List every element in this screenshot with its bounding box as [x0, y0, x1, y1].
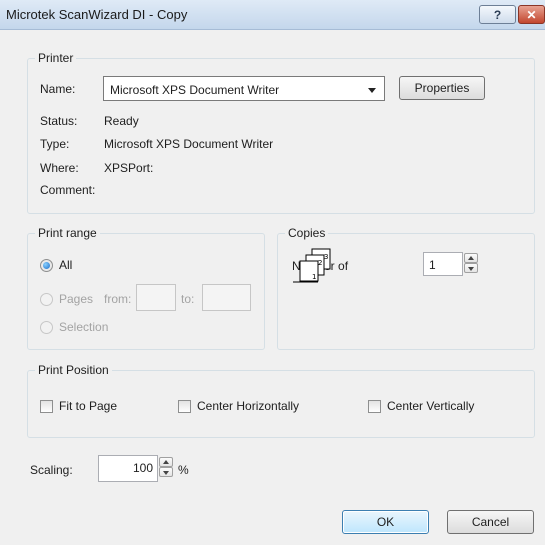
spin-up-icon[interactable] [464, 253, 478, 263]
print-position-group-title: Print Position [35, 363, 112, 377]
ok-button[interactable]: OK [342, 510, 429, 534]
print-range-pages-radio[interactable] [40, 293, 53, 306]
svg-text:2: 2 [318, 259, 322, 267]
print-range-from-label: from: [104, 292, 132, 306]
copies-spinner[interactable] [464, 253, 478, 274]
print-range-all-radio[interactable] [40, 259, 53, 272]
print-range-all-label[interactable]: All [59, 258, 72, 272]
cancel-button-label: Cancel [471, 515, 510, 529]
center-vertically-checkbox[interactable] [368, 400, 381, 413]
help-button[interactable]: ? [479, 5, 516, 24]
printer-name-select[interactable]: Microsoft XPS Document Writer [103, 76, 385, 101]
close-icon: ✕ [526, 7, 537, 22]
printer-name-label: Name: [40, 82, 76, 96]
spin-down-icon[interactable] [464, 263, 478, 273]
where-value: XPSPort: [104, 161, 154, 175]
status-value: Ready [104, 114, 139, 128]
svg-text:3: 3 [324, 253, 328, 261]
window-title: Microtek ScanWizard DI - Copy [6, 7, 188, 22]
help-icon: ? [493, 7, 502, 22]
collate-copies-icon: 3 2 1 [293, 248, 331, 283]
page-from-input[interactable] [136, 284, 176, 311]
printer-group-title: Printer [35, 51, 77, 65]
printer-name-value: Microsoft XPS Document Writer [110, 83, 280, 97]
cancel-button[interactable]: Cancel [447, 510, 534, 534]
print-range-pages-label[interactable]: Pages [59, 292, 93, 306]
svg-text:1: 1 [312, 273, 316, 281]
status-label: Status: [40, 114, 78, 128]
spin-up-icon[interactable] [159, 457, 173, 467]
scaling-spinner[interactable] [159, 457, 173, 478]
page-to-input[interactable] [202, 284, 251, 311]
fit-to-page-checkbox[interactable] [40, 400, 53, 413]
scaling-label: Scaling: [30, 463, 73, 477]
close-button[interactable]: ✕ [518, 5, 545, 24]
spin-down-icon[interactable] [159, 467, 173, 477]
properties-button[interactable]: Properties [399, 76, 485, 100]
comment-label: Comment: [40, 183, 96, 197]
ok-button-label: OK [376, 515, 395, 529]
chevron-down-icon [368, 88, 376, 93]
type-value: Microsoft XPS Document Writer [104, 137, 274, 151]
center-horizontally-label[interactable]: Center Horizontally [197, 399, 299, 413]
fit-to-page-label[interactable]: Fit to Page [59, 399, 117, 413]
print-range-selection-label[interactable]: Selection [59, 320, 108, 334]
copies-value: 1 [429, 258, 436, 272]
where-label: Where: [40, 161, 79, 175]
title-bar: Microtek ScanWizard DI - Copy ? ✕ [0, 0, 545, 30]
print-range-selection-radio[interactable] [40, 321, 53, 334]
print-range-group-title: Print range [35, 226, 100, 240]
copies-group-title: Copies [285, 226, 329, 240]
type-label: Type: [40, 137, 70, 151]
center-vertically-label[interactable]: Center Vertically [387, 399, 474, 413]
scaling-input[interactable]: 100 [98, 455, 158, 482]
center-horizontally-checkbox[interactable] [178, 400, 191, 413]
print-range-to-label: to: [181, 292, 195, 306]
copies-input[interactable]: 1 [423, 252, 463, 276]
properties-button-label: Properties [414, 81, 470, 95]
scaling-value: 100 [132, 461, 153, 475]
scaling-unit: % [178, 463, 189, 477]
